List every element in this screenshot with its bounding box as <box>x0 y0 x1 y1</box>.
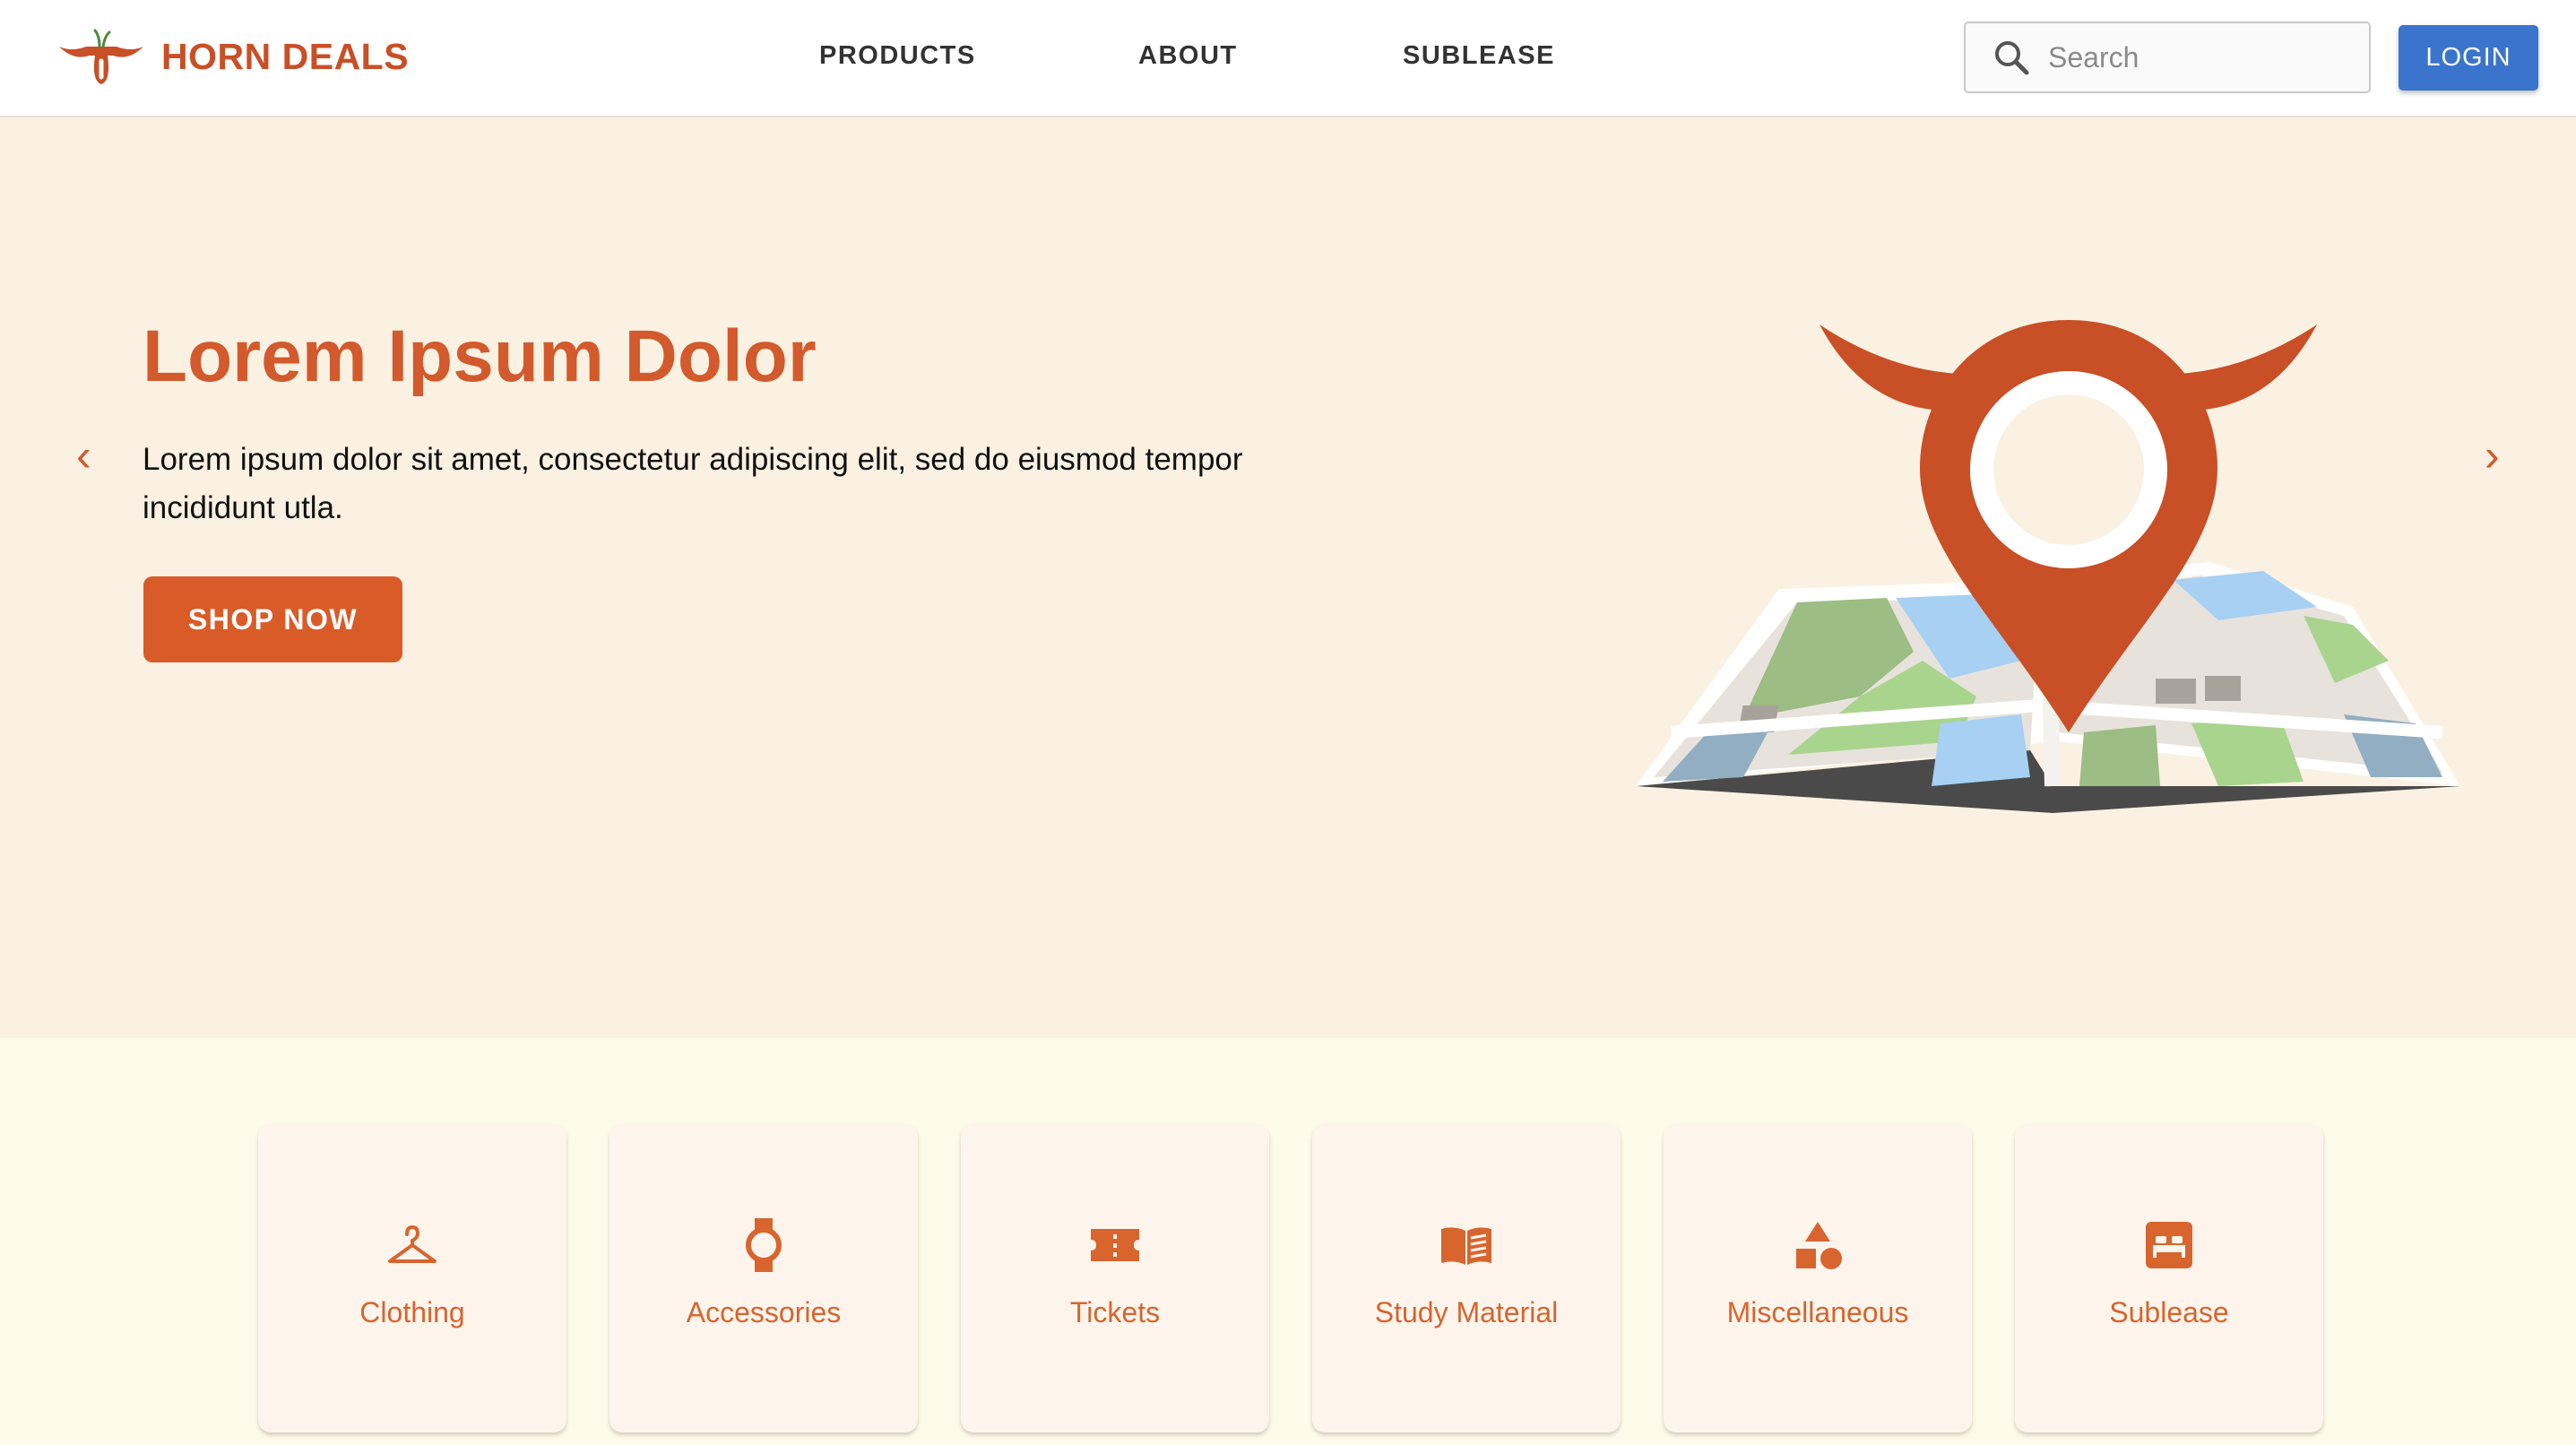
hero-description: Lorem ipsum dolor sit amet, consectetur … <box>143 442 1243 525</box>
hanger-icon <box>388 1224 437 1263</box>
top-nav-bar: HORN DEALS PRODUCTS ABOUT SUBLEASE LOGIN <box>0 0 2576 117</box>
category-accessories[interactable]: Accessories <box>609 1124 918 1432</box>
search-input[interactable] <box>2048 40 2353 74</box>
category-tickets[interactable]: Tickets <box>961 1124 1269 1432</box>
category-label: Accessories <box>686 1296 842 1328</box>
login-button[interactable]: LOGIN <box>2399 25 2538 91</box>
hero-carousel: ‹ › Lorem Ipsum Dolor Lorem ipsum dolor … <box>0 117 2576 1038</box>
watch-icon <box>746 1218 782 1272</box>
hero-title: Lorem Ipsum Dolor <box>143 316 817 397</box>
carousel-next-arrow[interactable]: › <box>2485 429 2500 481</box>
search-box[interactable] <box>1964 22 2371 93</box>
category-miscellaneous[interactable]: Miscellaneous <box>1664 1124 1972 1432</box>
bed-icon <box>2146 1222 2192 1268</box>
ticket-icon <box>1091 1229 1139 1261</box>
brand-logo[interactable]: HORN DEALS <box>56 25 409 88</box>
nav-products[interactable]: PRODUCTS <box>819 41 976 71</box>
brand-name: HORN DEALS <box>161 35 410 77</box>
category-label: Tickets <box>1069 1296 1161 1328</box>
carousel-prev-arrow[interactable]: ‹ <box>76 429 91 481</box>
category-label: Miscellaneous <box>1726 1296 1909 1328</box>
category-study-material[interactable]: Study Material <box>1312 1124 1621 1432</box>
category-label: Sublease <box>2109 1296 2229 1328</box>
search-icon <box>1995 41 2029 75</box>
nav-about[interactable]: ABOUT <box>1138 41 1238 71</box>
longhorn-logo-icon <box>59 29 143 84</box>
category-label: Clothing <box>359 1296 465 1328</box>
shapes-icon <box>1796 1222 1842 1269</box>
nav-sublease[interactable]: SUBLEASE <box>1403 41 1555 71</box>
category-clothing[interactable]: Clothing <box>258 1124 566 1432</box>
book-icon <box>1441 1227 1491 1265</box>
category-sublease[interactable]: Sublease <box>2015 1124 2323 1432</box>
category-label: Study Material <box>1374 1296 1559 1328</box>
shop-now-button[interactable]: SHOP NOW <box>143 576 402 662</box>
map-pin-illustration <box>1636 320 2460 813</box>
